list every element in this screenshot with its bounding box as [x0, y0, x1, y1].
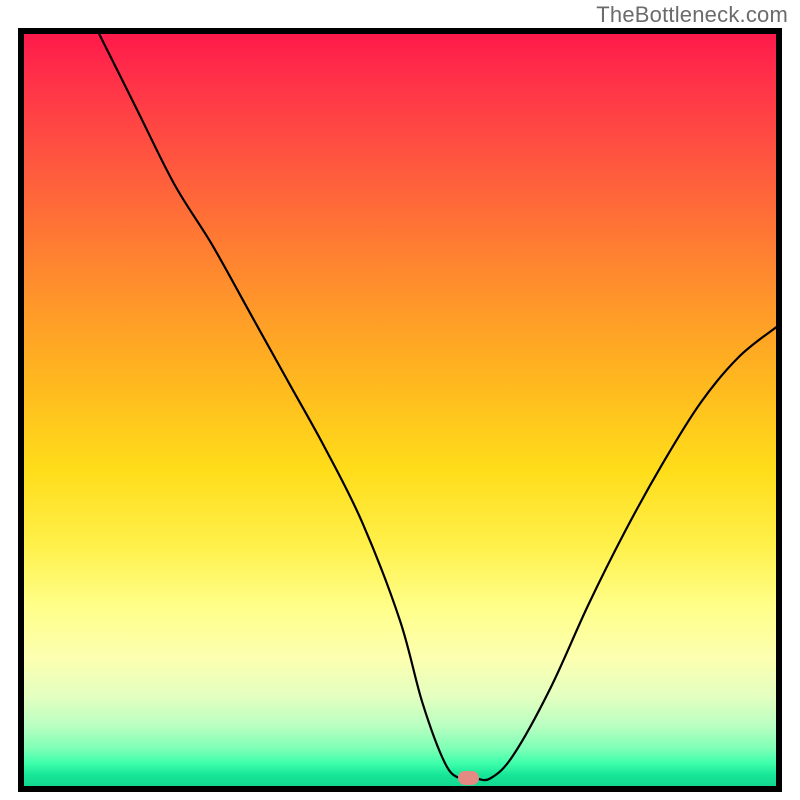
plot-frame — [18, 28, 782, 792]
watermark-text: TheBottleneck.com — [596, 2, 788, 28]
bottleneck-curve — [24, 34, 776, 786]
optimal-marker — [458, 771, 479, 785]
chart-container: TheBottleneck.com — [0, 0, 800, 800]
